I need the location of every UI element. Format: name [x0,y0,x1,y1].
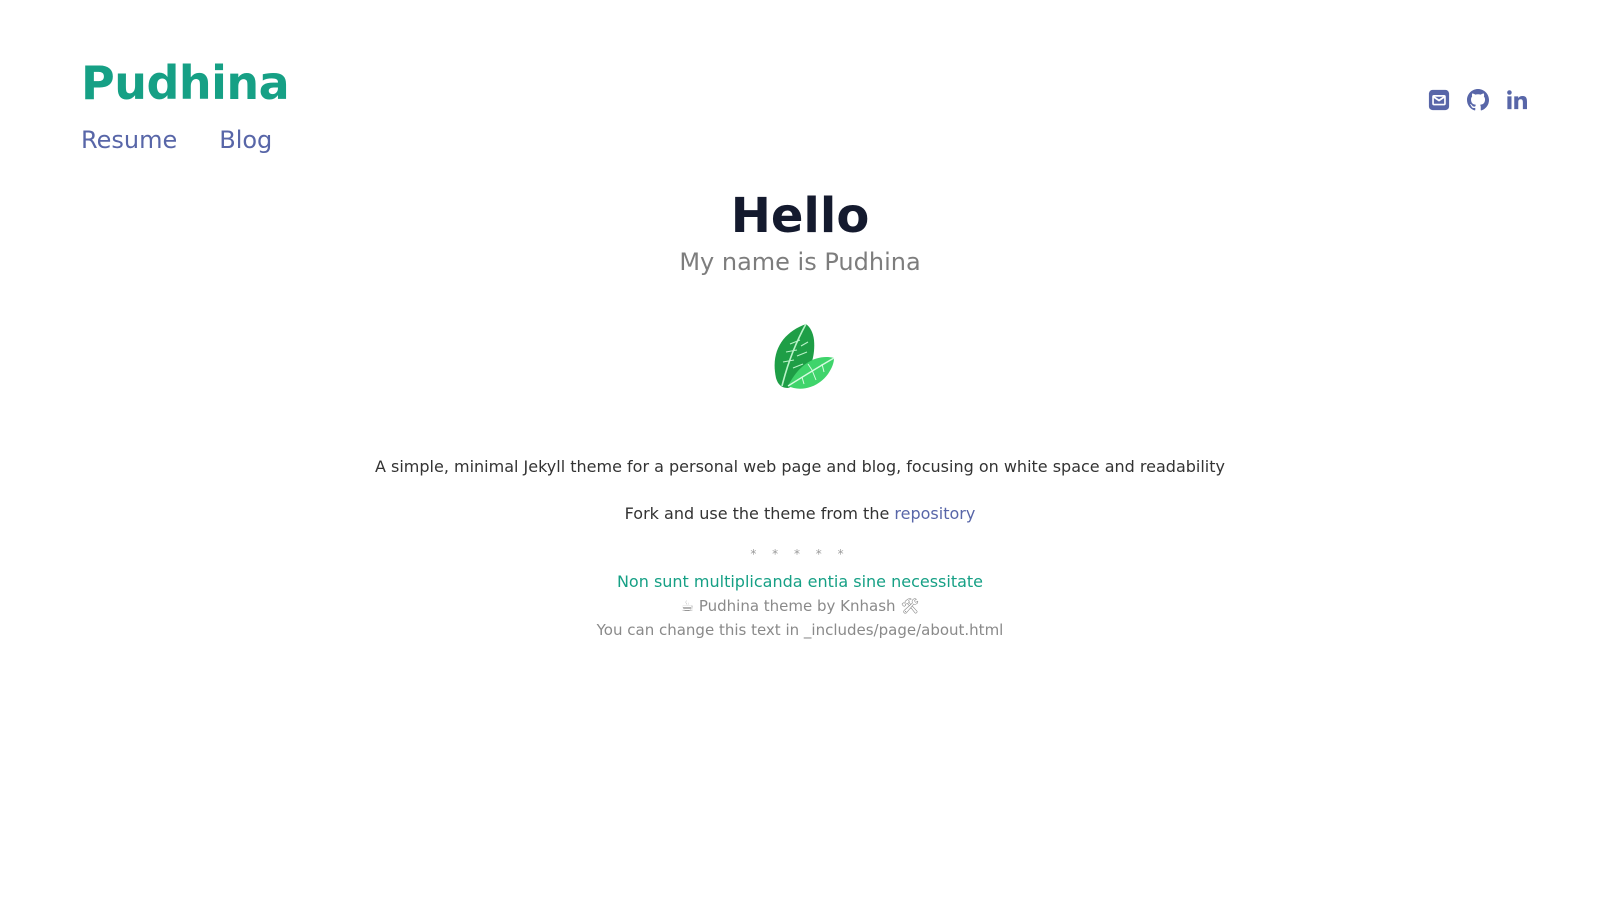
main-nav: Resume Blog [81,128,272,152]
github-icon [1467,89,1489,111]
social-links [1428,89,1528,111]
linkedin-icon [1507,90,1527,110]
theme-description: A simple, minimal Jekyll theme for a per… [374,457,1225,476]
page: Pudhina Resume Blog Hello My name is Pud… [0,0,1600,900]
fork-text: Fork and use the theme from the [624,504,890,523]
fork-line: Fork and use the theme from the reposito… [0,506,1600,522]
mint-leaf-icon [774,323,835,389]
page-heading: Hello [730,188,870,244]
theme-credit: ☕ Pudhina theme by Knhash 🛠 [680,597,920,615]
nav-item-resume[interactable]: Resume [81,128,177,152]
motto: Non sunt multiplicanda entia sine necess… [616,572,984,591]
page-subtitle: My name is Pudhina [679,248,921,276]
repository-link[interactable]: repository [894,504,975,523]
github-link[interactable] [1467,89,1489,111]
nav-item-blog[interactable]: Blog [219,128,272,152]
email-icon [1428,89,1450,111]
email-link[interactable] [1428,89,1450,111]
change-note: You can change this text in _includes/pa… [596,621,1004,639]
site-title[interactable]: Pudhina [81,60,290,106]
separator: * * * * * [750,547,850,561]
linkedin-link[interactable] [1506,89,1528,111]
